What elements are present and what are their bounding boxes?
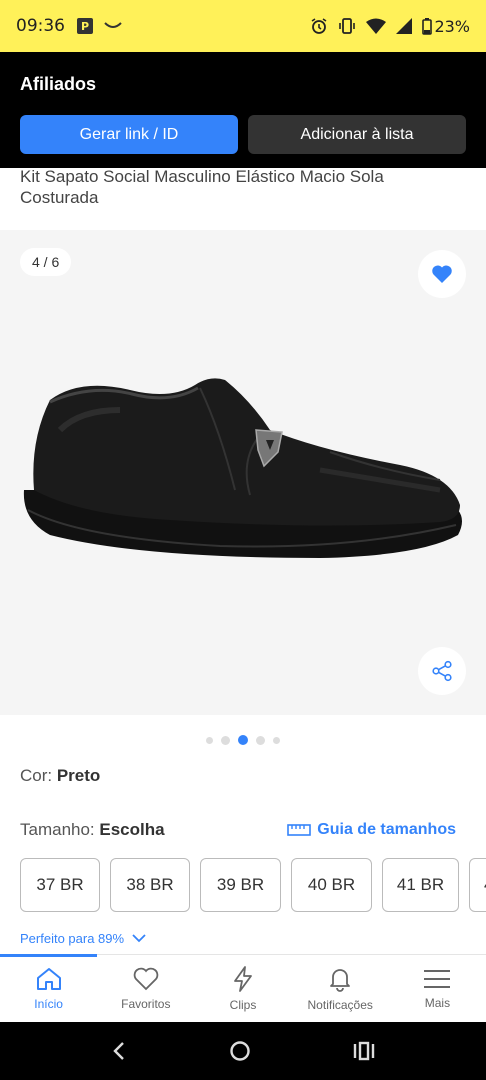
share-icon — [432, 660, 452, 682]
back-icon[interactable] — [111, 1041, 127, 1061]
image-counter: 4 / 6 — [20, 248, 72, 276]
size-label: Tamanho: — [20, 820, 100, 839]
lightning-icon — [234, 965, 252, 992]
wifi-icon — [366, 18, 387, 34]
vibrate-icon — [339, 18, 356, 34]
color-label: Cor: — [20, 766, 57, 785]
size-selector-label: Tamanho: Escolha — [20, 820, 165, 840]
heart-filled-icon — [432, 265, 452, 283]
product-title: Kit Sapato Social Masculino Elástico Mac… — [20, 167, 384, 207]
size-option[interactable]: 40 BR — [291, 858, 372, 912]
tab-clips[interactable]: Clips — [194, 955, 291, 1022]
battery-icon — [422, 17, 433, 35]
home-icon — [36, 967, 61, 990]
size-value: Escolha — [99, 820, 165, 839]
fit-indicator[interactable]: Perfeito para 89% — [20, 931, 146, 946]
chevron-down-icon — [132, 934, 146, 943]
battery-percent: 23% — [434, 16, 470, 36]
size-options: 37 BR 38 BR 39 BR 40 BR 41 BR 4 — [20, 858, 486, 912]
size-option[interactable]: 38 BR — [110, 858, 190, 912]
size-option[interactable]: 41 BR — [382, 858, 459, 912]
size-guide-link[interactable]: Guia de tamanhos — [287, 821, 456, 839]
gallery-dot — [273, 736, 280, 744]
color-value: Preto — [56, 766, 101, 785]
recents-icon[interactable] — [353, 1041, 375, 1061]
signal-icon — [396, 18, 413, 34]
tab-label: Início — [34, 996, 63, 1011]
tab-notifications[interactable]: Notificações — [292, 955, 389, 1022]
size-option[interactable]: 37 BR — [20, 858, 100, 912]
favorite-button[interactable] — [418, 250, 466, 298]
heart-icon — [133, 967, 159, 990]
menu-icon — [424, 969, 451, 988]
fit-label: Perfeito para 89% — [20, 931, 125, 946]
generate-link-button[interactable]: Gerar link / ID — [20, 115, 238, 154]
gallery-dot — [256, 735, 265, 745]
tab-label: Mais — [424, 995, 451, 1010]
product-image-shoe — [23, 378, 462, 558]
size-option[interactable]: 4 — [469, 858, 486, 912]
share-button[interactable] — [418, 647, 466, 695]
tab-label: Clips — [229, 997, 257, 1012]
affiliates-header: Afiliados Gerar link / ID Adicionar à li… — [0, 52, 486, 168]
alarm-icon — [311, 18, 327, 34]
smile-notification-icon — [104, 22, 122, 28]
app-notification-icon: P — [77, 18, 93, 34]
color-selector: Cor: Preto — [20, 766, 100, 786]
ruler-icon — [287, 824, 312, 836]
add-to-list-button[interactable]: Adicionar à lista — [248, 115, 466, 154]
status-bar: 09:36 P 23% — [0, 0, 486, 52]
tab-more[interactable]: Mais — [389, 955, 486, 1022]
gallery-dot — [206, 736, 213, 744]
bottom-tab-bar: Início Favoritos Clips Notificações Mais — [0, 954, 486, 1022]
tab-home[interactable]: Início — [0, 955, 97, 1022]
tab-label: Notificações — [307, 997, 373, 1012]
gallery-dot-active — [238, 735, 248, 745]
status-time: 09:36 — [16, 16, 65, 36]
product-gallery[interactable]: 4 / 6 — [0, 230, 486, 715]
tab-label: Favoritos — [121, 996, 171, 1011]
gallery-dot — [221, 735, 230, 745]
gallery-pagination — [0, 735, 486, 745]
tab-favorites[interactable]: Favoritos — [97, 955, 194, 1022]
size-option[interactable]: 39 BR — [200, 858, 281, 912]
system-navigation-bar — [0, 1022, 486, 1080]
size-guide-label: Guia de tamanhos — [317, 821, 456, 838]
bell-icon — [330, 968, 351, 992]
affiliates-title: Afiliados — [20, 74, 97, 94]
home-circle-icon[interactable] — [229, 1040, 251, 1062]
active-tab-indicator — [0, 954, 97, 957]
